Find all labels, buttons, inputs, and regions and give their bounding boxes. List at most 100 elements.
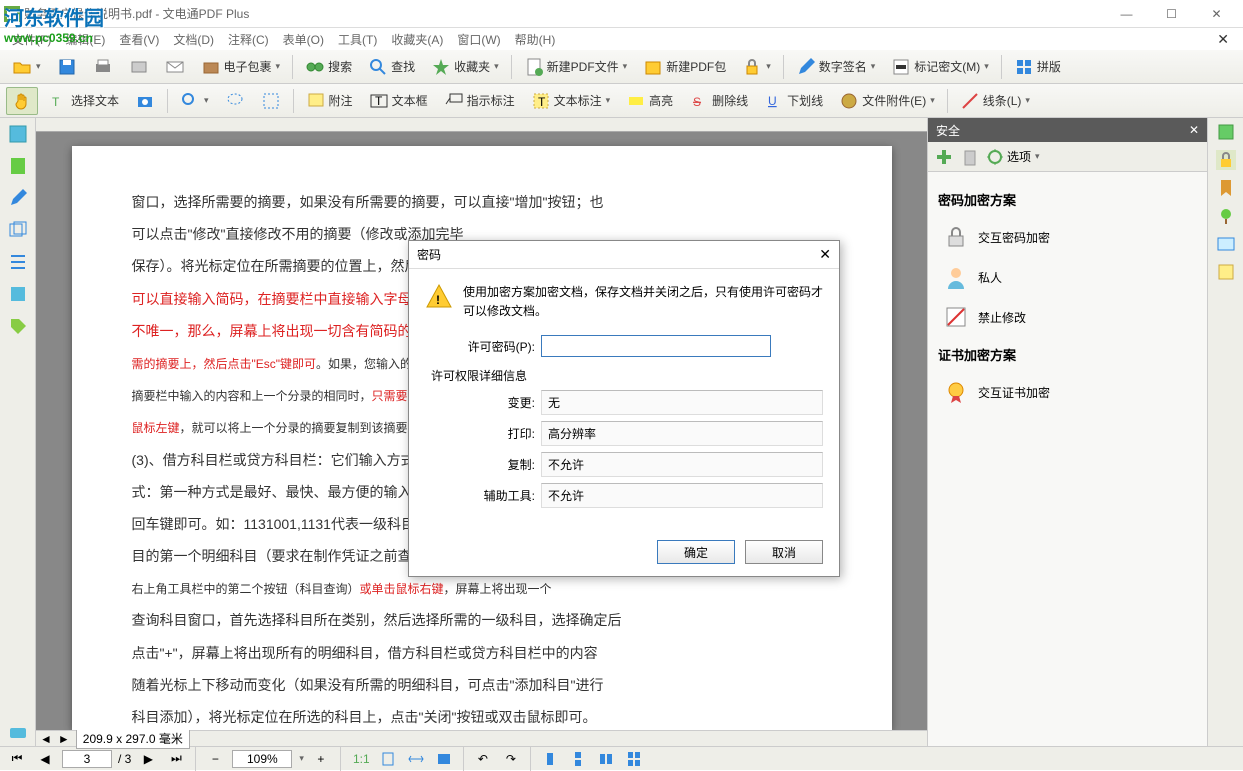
menu-form[interactable]: 表单(O) xyxy=(277,29,330,50)
paperclip-icon xyxy=(839,91,859,111)
doc-close-icon[interactable]: ✕ xyxy=(1211,29,1235,50)
sign-button[interactable]: 数字签名▾ xyxy=(790,53,882,81)
password-input[interactable] xyxy=(541,335,771,357)
dialog-close-icon[interactable]: ✕ xyxy=(819,246,831,263)
page-total: / 3 xyxy=(118,752,131,766)
articles-panel-icon[interactable] xyxy=(6,282,30,306)
line-tool[interactable]: 线条(L)▾ xyxy=(954,87,1036,115)
left-sidebar xyxy=(0,118,36,746)
security-scheme-item[interactable]: 禁止修改 xyxy=(938,297,1197,337)
bottom-info-bar: ◄ ► 209.9 x 297.0 毫米 xyxy=(36,730,927,746)
security-scheme-item[interactable]: 交互证书加密 xyxy=(938,372,1197,412)
bookmarks-panel-icon[interactable] xyxy=(6,154,30,178)
lock-button[interactable]: ▾ xyxy=(736,53,777,81)
menu-favorites[interactable]: 收藏夹(A) xyxy=(385,29,449,50)
menubar: 文件(F) 编辑(E) 查看(V) 文档(D) 注释(C) 表单(O) 工具(T… xyxy=(0,28,1243,50)
text-select-tool[interactable]: T选择文本 xyxy=(42,87,125,115)
find-button[interactable]: 查找 xyxy=(362,53,421,81)
tags-panel-icon[interactable] xyxy=(6,314,30,338)
svg-text:T: T xyxy=(538,95,546,109)
highlight-tool[interactable]: 高亮 xyxy=(620,87,679,115)
binoculars-button[interactable]: 搜索 xyxy=(299,53,358,81)
favorites-button[interactable]: 收藏夹▾ xyxy=(425,53,505,81)
strikethrough-tool[interactable]: S删除线 xyxy=(683,87,754,115)
page-size-display: 209.9 x 297.0 毫米 xyxy=(76,728,190,749)
redact-button[interactable]: 标记密文(M)▾ xyxy=(885,53,995,81)
note-icon xyxy=(306,91,326,111)
text-cursor-icon: T xyxy=(48,91,68,111)
signatures-panel-icon[interactable] xyxy=(6,186,30,210)
attachment-tool[interactable]: 文件附件(E)▾ xyxy=(833,87,941,115)
snapshot-tool[interactable] xyxy=(129,87,161,115)
menu-view[interactable]: 查看(V) xyxy=(113,29,165,50)
textbox-tool[interactable]: T文本框 xyxy=(363,87,434,115)
pages-panel-icon[interactable] xyxy=(6,122,30,146)
marquee-tool[interactable] xyxy=(255,87,287,115)
comments-panel-icon[interactable] xyxy=(6,722,30,746)
bookmark-panel-icon[interactable] xyxy=(1216,178,1236,198)
new-pdf-button[interactable]: 新建PDF文件▾ xyxy=(518,53,634,81)
clipart-panel-icon[interactable] xyxy=(1216,262,1236,282)
add-security-button[interactable] xyxy=(934,147,954,167)
security-scheme-item[interactable]: 私人 xyxy=(938,257,1197,297)
save-icon xyxy=(57,57,77,77)
scan-button[interactable] xyxy=(123,53,155,81)
close-button[interactable]: ✕ xyxy=(1194,1,1239,27)
open-button[interactable]: ▾ xyxy=(6,53,47,81)
arrow-left-icon[interactable]: ◄ xyxy=(40,732,52,746)
lock-icon xyxy=(742,57,762,77)
structure-panel-icon[interactable] xyxy=(6,250,30,274)
page-number-input[interactable] xyxy=(62,750,112,768)
change-value: 无 xyxy=(541,390,823,415)
callout-tool[interactable]: 指示标注 xyxy=(438,87,521,115)
panel-close-icon[interactable]: ✕ xyxy=(1189,123,1199,137)
password-section-title: 密码加密方案 xyxy=(938,190,1197,209)
save-button[interactable] xyxy=(51,53,83,81)
zoom-input[interactable] xyxy=(232,750,292,768)
menu-document[interactable]: 文档(D) xyxy=(167,29,220,50)
svg-text:T: T xyxy=(52,95,60,109)
ruler-top xyxy=(36,118,927,132)
ok-button[interactable]: 确定 xyxy=(657,540,735,564)
menu-file[interactable]: 文件(F) xyxy=(6,29,57,50)
new-package-button[interactable]: 新建PDF包 xyxy=(637,53,732,81)
minimize-button[interactable]: — xyxy=(1104,1,1149,27)
certificate-icon xyxy=(944,380,968,404)
hand-tool[interactable] xyxy=(6,87,38,115)
underline-tool[interactable]: U下划线 xyxy=(758,87,829,115)
delete-security-button[interactable] xyxy=(960,147,980,167)
maximize-button[interactable]: ☐ xyxy=(1149,1,1194,27)
print-button[interactable] xyxy=(87,53,119,81)
security-panel-header: 安全 ✕ xyxy=(928,118,1207,142)
arrow-right-icon[interactable]: ► xyxy=(58,732,70,746)
security-options-button[interactable]: 选项▾ xyxy=(986,148,1040,166)
email-button[interactable] xyxy=(159,53,191,81)
layers-panel-icon[interactable] xyxy=(6,218,30,242)
password-label: 许可密码(P): xyxy=(425,338,535,355)
assist-label: 辅助工具: xyxy=(425,487,535,504)
epackage-button[interactable]: 电子包裹▾ xyxy=(195,53,287,81)
line-icon xyxy=(960,91,980,111)
cancel-button[interactable]: 取消 xyxy=(745,540,823,564)
svg-text:!: ! xyxy=(436,293,440,307)
lasso-tool[interactable] xyxy=(219,87,251,115)
menu-tools[interactable]: 工具(T) xyxy=(332,29,383,50)
menu-window[interactable]: 窗口(W) xyxy=(451,29,506,50)
doc-line: 查询科目窗口，首先选择科目所在类别，然后选择所需的一级科目，选择确定后 xyxy=(132,604,832,636)
security-scheme-item[interactable]: 交互密码加密 xyxy=(938,217,1197,257)
statusbar: ⏮ ◀ / 3 ▶ ⏭ − ▾ + 1:1 ↶ ↷ xyxy=(0,746,1243,770)
menu-comment[interactable]: 注释(C) xyxy=(222,29,275,50)
pen-icon xyxy=(796,57,816,77)
zoom-tool[interactable]: ▾ xyxy=(174,87,215,115)
tile-button[interactable]: 拼版 xyxy=(1008,53,1067,81)
destination-panel-icon[interactable] xyxy=(1216,206,1236,226)
hand-icon xyxy=(12,91,32,111)
menu-edit[interactable]: 编辑(E) xyxy=(59,29,111,50)
security-panel-icon[interactable] xyxy=(1216,150,1236,170)
image-panel-icon[interactable] xyxy=(1216,234,1236,254)
menu-help[interactable]: 帮助(H) xyxy=(509,29,562,50)
stamp-panel-icon[interactable] xyxy=(1216,122,1236,142)
note-tool[interactable]: 附注 xyxy=(300,87,359,115)
textmark-tool[interactable]: T文本标注▾ xyxy=(525,87,617,115)
marquee-icon xyxy=(261,91,281,111)
